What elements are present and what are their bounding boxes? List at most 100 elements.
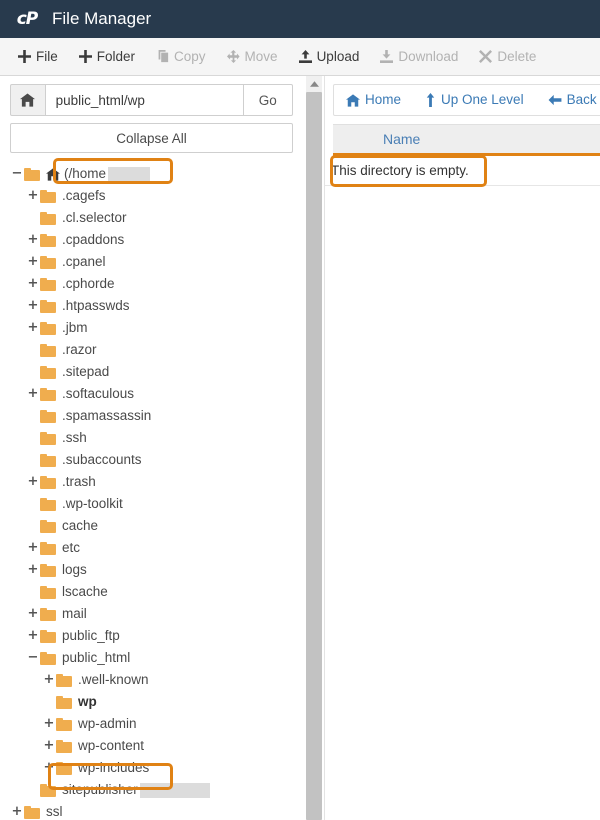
column-header-name[interactable]: Name [383, 131, 420, 147]
folder-button[interactable]: Folder [71, 38, 148, 75]
folder-icon [40, 783, 57, 797]
up-arrow-icon [425, 93, 436, 107]
tree-node-cphorde[interactable]: + .cphorde [0, 273, 303, 295]
tree-node-public_ftp[interactable]: + public_ftp [0, 625, 303, 647]
tree-node-wp-admin[interactable]: + wp-admin [0, 713, 303, 735]
tree-node-label: wp-admin [78, 716, 137, 731]
folder-icon [40, 365, 57, 379]
folder-icon [40, 299, 57, 313]
tree-node-razor[interactable]: .razor [0, 339, 303, 361]
expand-icon[interactable]: + [26, 625, 40, 647]
expand-icon[interactable]: + [42, 669, 56, 691]
folder-icon [40, 629, 57, 643]
folder-icon [40, 321, 57, 335]
expand-icon[interactable]: + [42, 757, 56, 779]
tree-node-home[interactable]: − (/home [0, 163, 303, 185]
expand-icon[interactable]: + [42, 713, 56, 735]
tree-node-cache[interactable]: cache [0, 515, 303, 537]
tree-node-label: wp-includes [78, 760, 150, 775]
scroll-up-button[interactable] [306, 76, 322, 92]
up-one-level-button[interactable]: Up One Level [413, 85, 536, 115]
folder-icon [40, 453, 57, 467]
go-button[interactable]: Go [243, 84, 293, 116]
tree-node-label: cache [62, 518, 99, 533]
tree-node-wp-content[interactable]: + wp-content [0, 735, 303, 757]
tree-node-label: logs [62, 562, 87, 577]
tree-node-logs[interactable]: + logs [0, 559, 303, 581]
tree-node-wp-toolkit[interactable]: .wp-toolkit [0, 493, 303, 515]
file-grid-header: Name [333, 124, 600, 156]
collapse-icon[interactable]: − [10, 163, 24, 185]
tree-node-lscache[interactable]: lscache [0, 581, 303, 603]
tree-node-htpasswds[interactable]: + .htpasswds [0, 295, 303, 317]
tree-node-mail[interactable]: + mail [0, 603, 303, 625]
tree-node-jbm[interactable]: + .jbm [0, 317, 303, 339]
tree-node-ssh[interactable]: .ssh [0, 427, 303, 449]
tree-node-clselector[interactable]: .cl.selector [0, 207, 303, 229]
expand-icon[interactable]: + [26, 471, 40, 493]
expand-icon[interactable]: + [26, 273, 40, 295]
collapse-all-button[interactable]: Collapse All [10, 123, 293, 153]
tree-node-label: .cphorde [62, 276, 115, 291]
path-input[interactable] [45, 84, 244, 116]
tree-node-well-known[interactable]: + .well-known [0, 669, 303, 691]
tree-node-ssl[interactable]: + ssl [0, 801, 303, 820]
tree-node-wp[interactable]: wp [0, 691, 303, 713]
tree-node-softaculous[interactable]: + .softaculous [0, 383, 303, 405]
expand-icon[interactable]: + [26, 559, 40, 581]
home-icon[interactable] [10, 84, 46, 116]
folder-icon [40, 233, 57, 247]
folder-icon [40, 189, 57, 203]
expand-icon[interactable]: + [26, 383, 40, 405]
tree-node-sitepublisher[interactable]: sitepublisher [0, 779, 303, 801]
path-bar: Go [10, 84, 293, 116]
home-icon [346, 93, 360, 107]
tree-node-cagefs[interactable]: + .cagefs [0, 185, 303, 207]
main-content: Go Collapse All − (/home + .cagefs .cl.selec… [0, 76, 600, 820]
app-title: File Manager [52, 9, 152, 28]
folder-icon [40, 519, 57, 533]
expand-icon[interactable]: + [26, 317, 40, 339]
expand-icon[interactable]: + [42, 735, 56, 757]
tree-node-etc[interactable]: + etc [0, 537, 303, 559]
tree-node-wp-includes[interactable]: + wp-includes [0, 757, 303, 779]
upload-button[interactable]: Upload [291, 38, 373, 75]
tree-node-cpanel[interactable]: + .cpanel [0, 251, 303, 273]
back-button[interactable]: Back [536, 85, 600, 115]
expand-icon[interactable]: + [26, 537, 40, 559]
collapse-icon[interactable]: − [26, 647, 40, 669]
tree-node-label: lscache [62, 584, 108, 599]
folder-icon [56, 695, 73, 709]
delete-x-icon [479, 50, 493, 63]
plus-icon [78, 50, 92, 63]
file-list-panel: Home Up One Level Back Name This directory… [325, 76, 600, 820]
tree-node-label: .cpanel [62, 254, 106, 269]
tree-node-label: .trash [62, 474, 96, 489]
tree-node-spamassassin[interactable]: .spamassassin [0, 405, 303, 427]
folder-icon [40, 255, 57, 269]
expand-icon[interactable]: + [10, 801, 24, 820]
tree-node-label: wp-content [78, 738, 145, 753]
tree-scrollbar[interactable] [303, 76, 325, 820]
expand-icon[interactable]: + [26, 603, 40, 625]
tree-node-label: .wp-toolkit [62, 496, 123, 511]
download-icon [380, 50, 394, 63]
file-button[interactable]: File [10, 38, 71, 75]
tree-node-trash[interactable]: + .trash [0, 471, 303, 493]
tree-node-label: .ssh [62, 430, 87, 445]
home-button[interactable]: Home [334, 85, 413, 115]
tree-node-public_html[interactable]: − public_html [0, 647, 303, 669]
folder-open-icon [24, 167, 41, 181]
expand-icon[interactable]: + [26, 229, 40, 251]
scrollbar-thumb[interactable] [306, 92, 322, 820]
folder-icon [56, 717, 73, 731]
tree-node-label: .spamassassin [62, 408, 152, 423]
expand-icon[interactable]: + [26, 295, 40, 317]
expand-icon[interactable]: + [26, 185, 40, 207]
tree-node-subaccounts[interactable]: .subaccounts [0, 449, 303, 471]
folder-icon [40, 387, 57, 401]
tree-node-sitepad[interactable]: .sitepad [0, 361, 303, 383]
tree-node-cpaddons[interactable]: + .cpaddons [0, 229, 303, 251]
expand-icon[interactable]: + [26, 251, 40, 273]
folder-icon [40, 585, 57, 599]
